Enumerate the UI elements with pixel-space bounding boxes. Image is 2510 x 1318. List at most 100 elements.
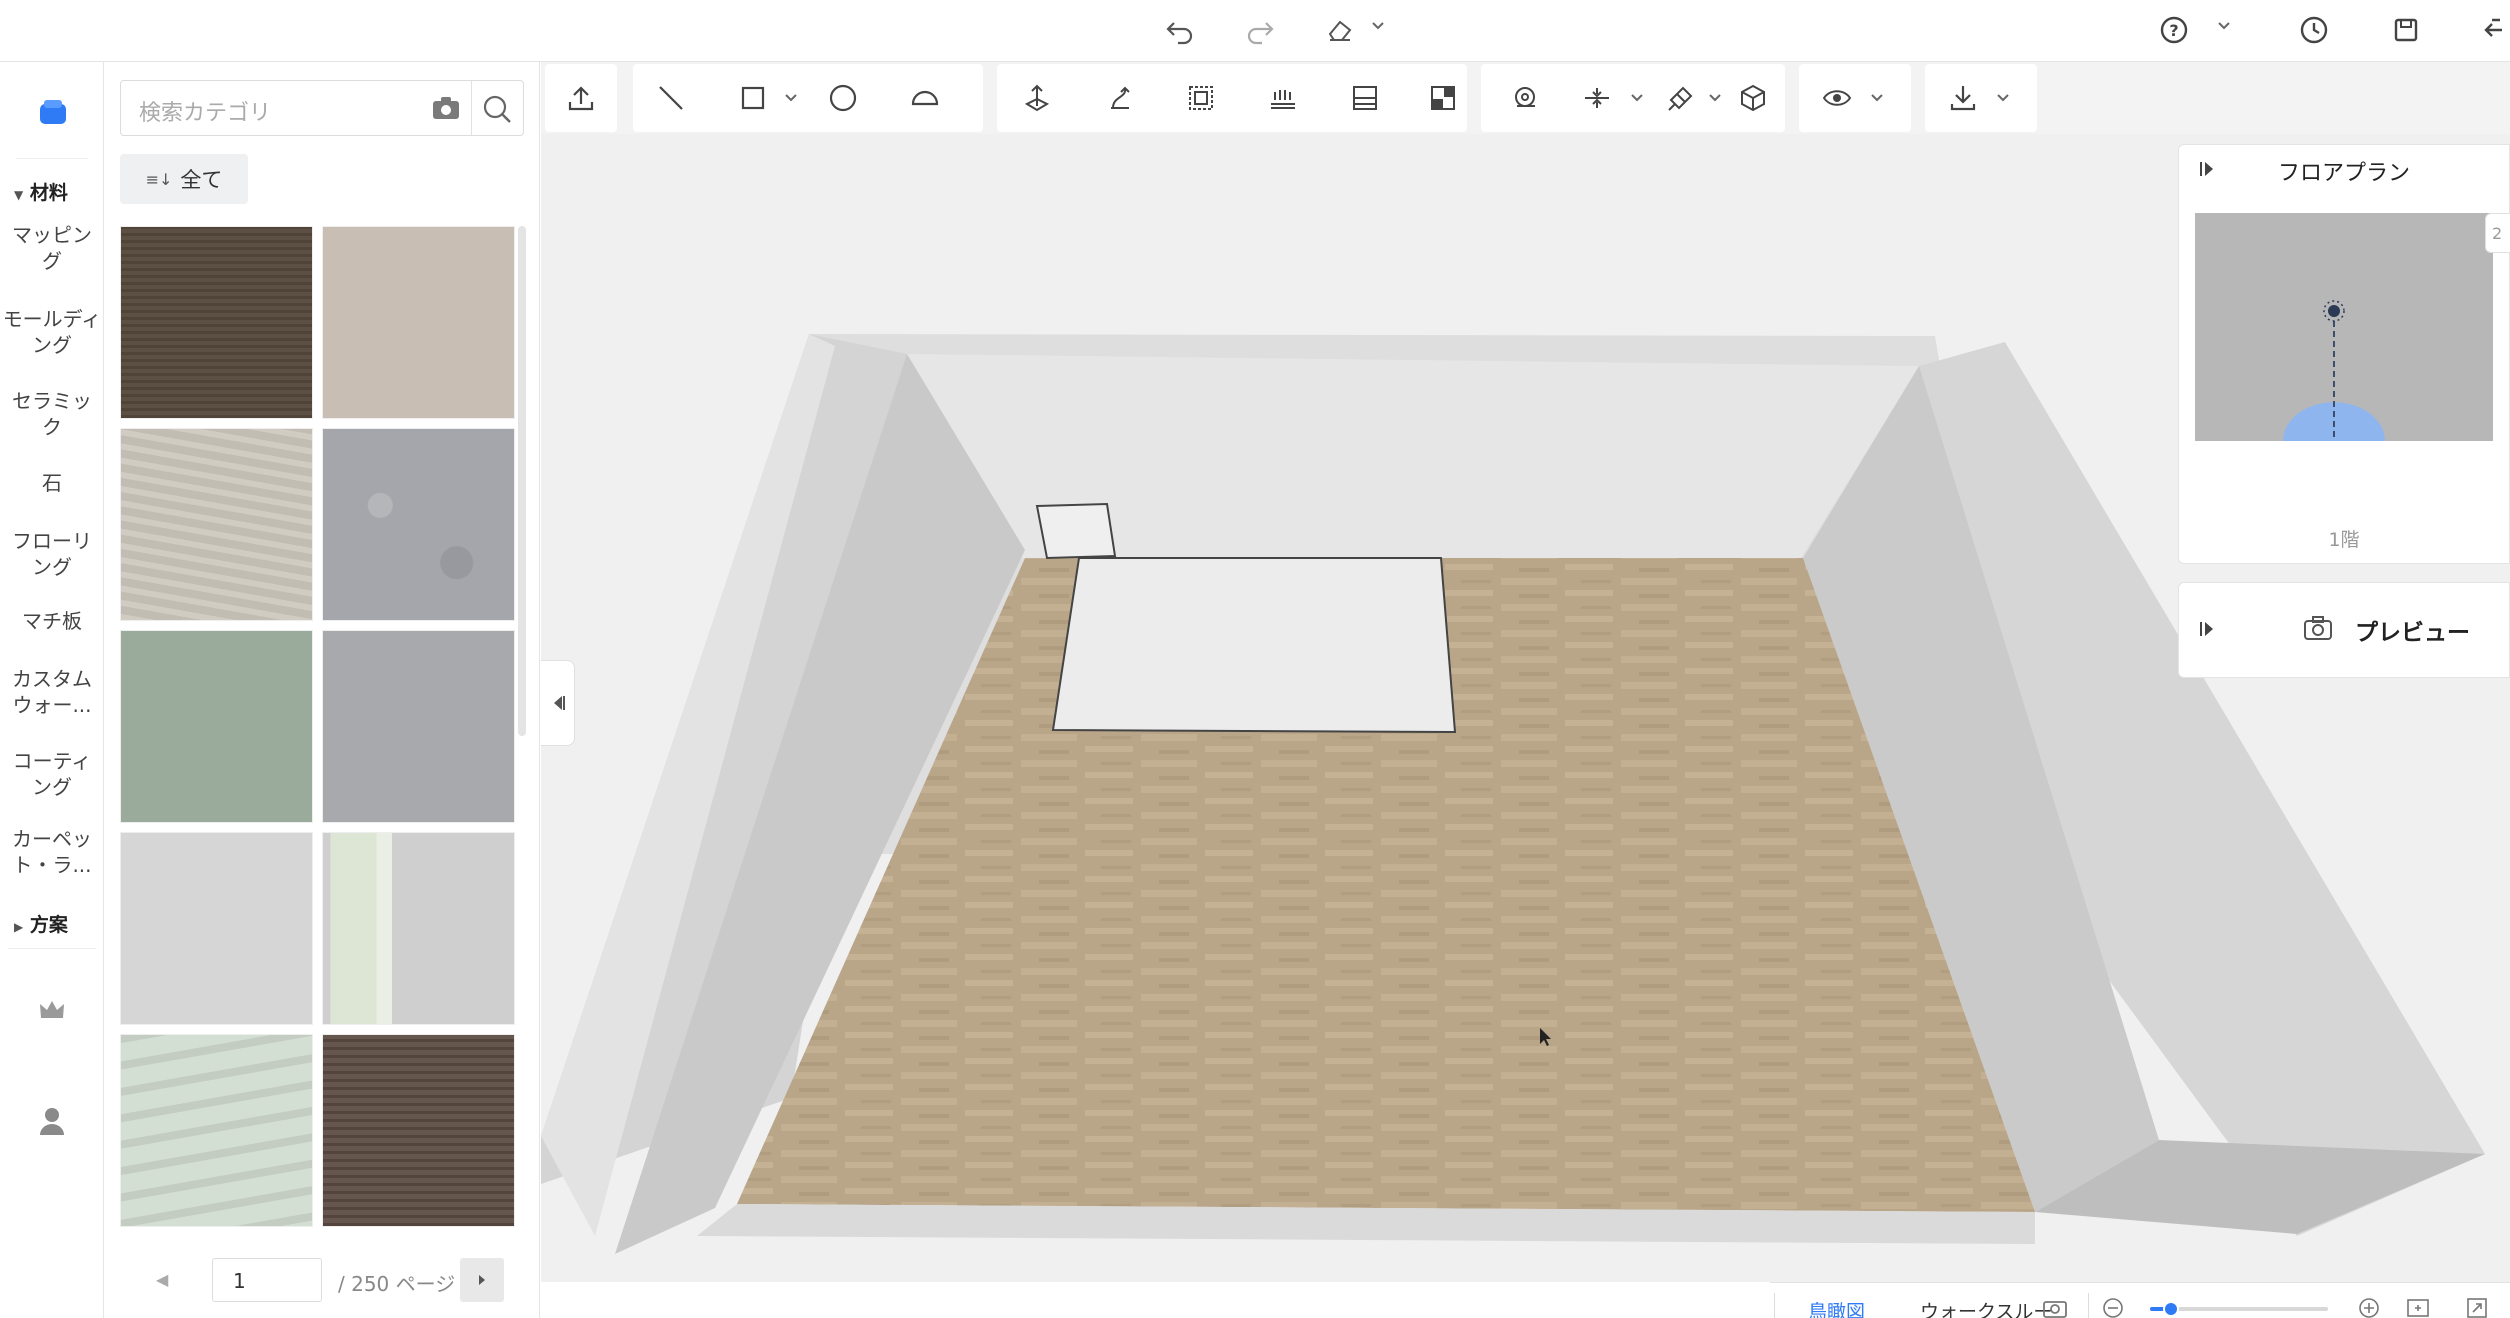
push-pull-button[interactable]: [1017, 78, 1057, 118]
sweep-icon: [1111, 86, 1130, 109]
follow-me-button[interactable]: [1099, 78, 1139, 118]
material-swatch[interactable]: [322, 630, 515, 823]
tool-group-import: [545, 64, 617, 132]
zoom-out-icon[interactable]: [2102, 1297, 2124, 1318]
fullscreen-icon[interactable]: [2466, 1297, 2488, 1318]
material-swatch[interactable]: [322, 1034, 515, 1227]
material-swatch[interactable]: [322, 226, 515, 419]
history-button[interactable]: [2292, 10, 2336, 50]
rail-item-coating[interactable]: コーティ ング: [0, 748, 104, 800]
rail-item-ceramic[interactable]: セラミッ ク: [0, 388, 104, 440]
tool-group-draw: [633, 64, 983, 132]
material-swatch[interactable]: [120, 226, 313, 419]
walkthrough-view-tab[interactable]: ウォークスルー: [1920, 1297, 2052, 1318]
layout-button[interactable]: [1423, 78, 1463, 118]
chevron-down-icon[interactable]: [1869, 90, 1885, 106]
chevron-down-icon[interactable]: [1995, 90, 2011, 106]
page-number-input[interactable]: 1: [212, 1258, 322, 1302]
material-swatch[interactable]: [322, 428, 515, 621]
zoom-slider[interactable]: [2150, 1301, 2328, 1317]
filter-icon: ≡↓: [145, 169, 173, 189]
view-toggle-button[interactable]: [1817, 78, 1857, 118]
array-icon: [1271, 90, 1295, 109]
eraser-button[interactable]: [1318, 10, 1362, 50]
line-icon: [659, 86, 683, 110]
zoom-in-icon[interactable]: [2358, 1297, 2380, 1318]
upload-button[interactable]: [561, 78, 601, 118]
chevron-down-icon[interactable]: [783, 90, 799, 106]
user-avatar-icon[interactable]: [38, 1106, 66, 1136]
material-swatch[interactable]: [120, 832, 313, 1025]
material-swatch[interactable]: [120, 630, 313, 823]
array-button[interactable]: [1263, 78, 1303, 118]
help-button[interactable]: ?: [2152, 10, 2196, 50]
undo-button[interactable]: [1158, 10, 1202, 50]
align-button[interactable]: [1577, 78, 1617, 118]
material-swatch[interactable]: [322, 832, 515, 1025]
split-icon: [1353, 86, 1377, 110]
rail-item-stone[interactable]: 石: [0, 470, 104, 496]
filter-all-button[interactable]: ≡↓ 全て: [120, 154, 248, 204]
zoom-slider-handle[interactable]: [2163, 1301, 2180, 1317]
prev-page-button[interactable]: ◀: [156, 1270, 168, 1289]
offset-button[interactable]: [1181, 78, 1221, 118]
tool-group-export: [1925, 64, 2037, 132]
rail-item-molding[interactable]: モールディ ング: [0, 306, 104, 358]
help-icon: ?: [2160, 16, 2188, 44]
chevron-down-icon[interactable]: [1629, 90, 1645, 106]
measure-button[interactable]: [1505, 78, 1545, 118]
rail-item-custom-wall[interactable]: カスタム ウォー...: [0, 666, 104, 718]
arc-tool-button[interactable]: [905, 78, 945, 118]
catalog-scrollbar[interactable]: [518, 226, 526, 736]
materials-section-header[interactable]: ▼ 材料: [14, 178, 68, 205]
eraser-icon: [1328, 20, 1352, 41]
tool-bar: [541, 62, 2510, 134]
download-button[interactable]: [1943, 78, 1983, 118]
left-rail: ▼ 材料 マッピン グ モールディ ング セラミッ ク 石 フローリ ング マチ…: [0, 62, 104, 1318]
material-library-icon[interactable]: [36, 96, 70, 130]
search-input[interactable]: 検索カテゴリ: [139, 95, 271, 127]
plans-section-header[interactable]: ▶ 方案: [14, 910, 68, 937]
material-swatch[interactable]: [120, 1034, 313, 1227]
chevron-down-icon[interactable]: [1707, 90, 1723, 106]
rail-item-carpet[interactable]: カーペッ ト・ラ...: [0, 826, 104, 878]
next-page-button[interactable]: [460, 1258, 504, 1302]
collapse-panel-button[interactable]: [541, 660, 575, 746]
rail-item-mapping[interactable]: マッピン グ: [0, 222, 104, 274]
component-button[interactable]: [1733, 78, 1773, 118]
floor-level-label[interactable]: 1階: [2179, 525, 2509, 552]
paint-button[interactable]: [1661, 78, 1701, 118]
bottom-bar: 鳥瞰図 ウォークスルー: [1770, 1282, 2510, 1318]
material-swatch[interactable]: [120, 428, 313, 621]
circle-tool-button[interactable]: [823, 78, 863, 118]
split-button[interactable]: [1345, 78, 1385, 118]
camera-search-icon[interactable]: [431, 95, 461, 121]
exit-button[interactable]: [2466, 10, 2510, 50]
rectangle-tool-button[interactable]: [733, 78, 773, 118]
tool-group-edit: [997, 64, 1467, 132]
collapse-left-icon: [553, 696, 565, 710]
floorplan-minimap[interactable]: [2195, 213, 2493, 441]
download-icon: [1950, 86, 1976, 111]
camera-icon[interactable]: [2303, 615, 2333, 641]
chevron-down-icon[interactable]: [1370, 18, 1386, 34]
fit-view-icon[interactable]: [2406, 1297, 2430, 1318]
svg-text:?: ?: [2169, 21, 2178, 40]
camera-view-icon[interactable]: [2042, 1297, 2068, 1318]
preview-title[interactable]: プレビュー: [2355, 613, 2470, 647]
birdseye-view-tab[interactable]: 鳥瞰図: [1808, 1297, 1865, 1318]
preview-panel: プレビュー: [2178, 582, 2510, 678]
save-button[interactable]: [2384, 10, 2428, 50]
crown-icon[interactable]: [38, 998, 66, 1022]
offset-icon: [1189, 86, 1213, 110]
chevron-down-icon[interactable]: [2216, 18, 2232, 34]
pagination: ◀ 1 / 250 ページ: [120, 1258, 524, 1304]
rail-item-panel[interactable]: マチ板: [0, 608, 104, 634]
caret-down-icon: ▼: [14, 188, 24, 202]
expand-panel-icon[interactable]: [2197, 619, 2217, 639]
search-icon[interactable]: [481, 93, 513, 125]
line-tool-button[interactable]: [651, 78, 691, 118]
redo-button[interactable]: [1238, 10, 1282, 50]
cube-icon: [1741, 84, 1765, 112]
rail-item-flooring[interactable]: フローリ ング: [0, 528, 104, 580]
